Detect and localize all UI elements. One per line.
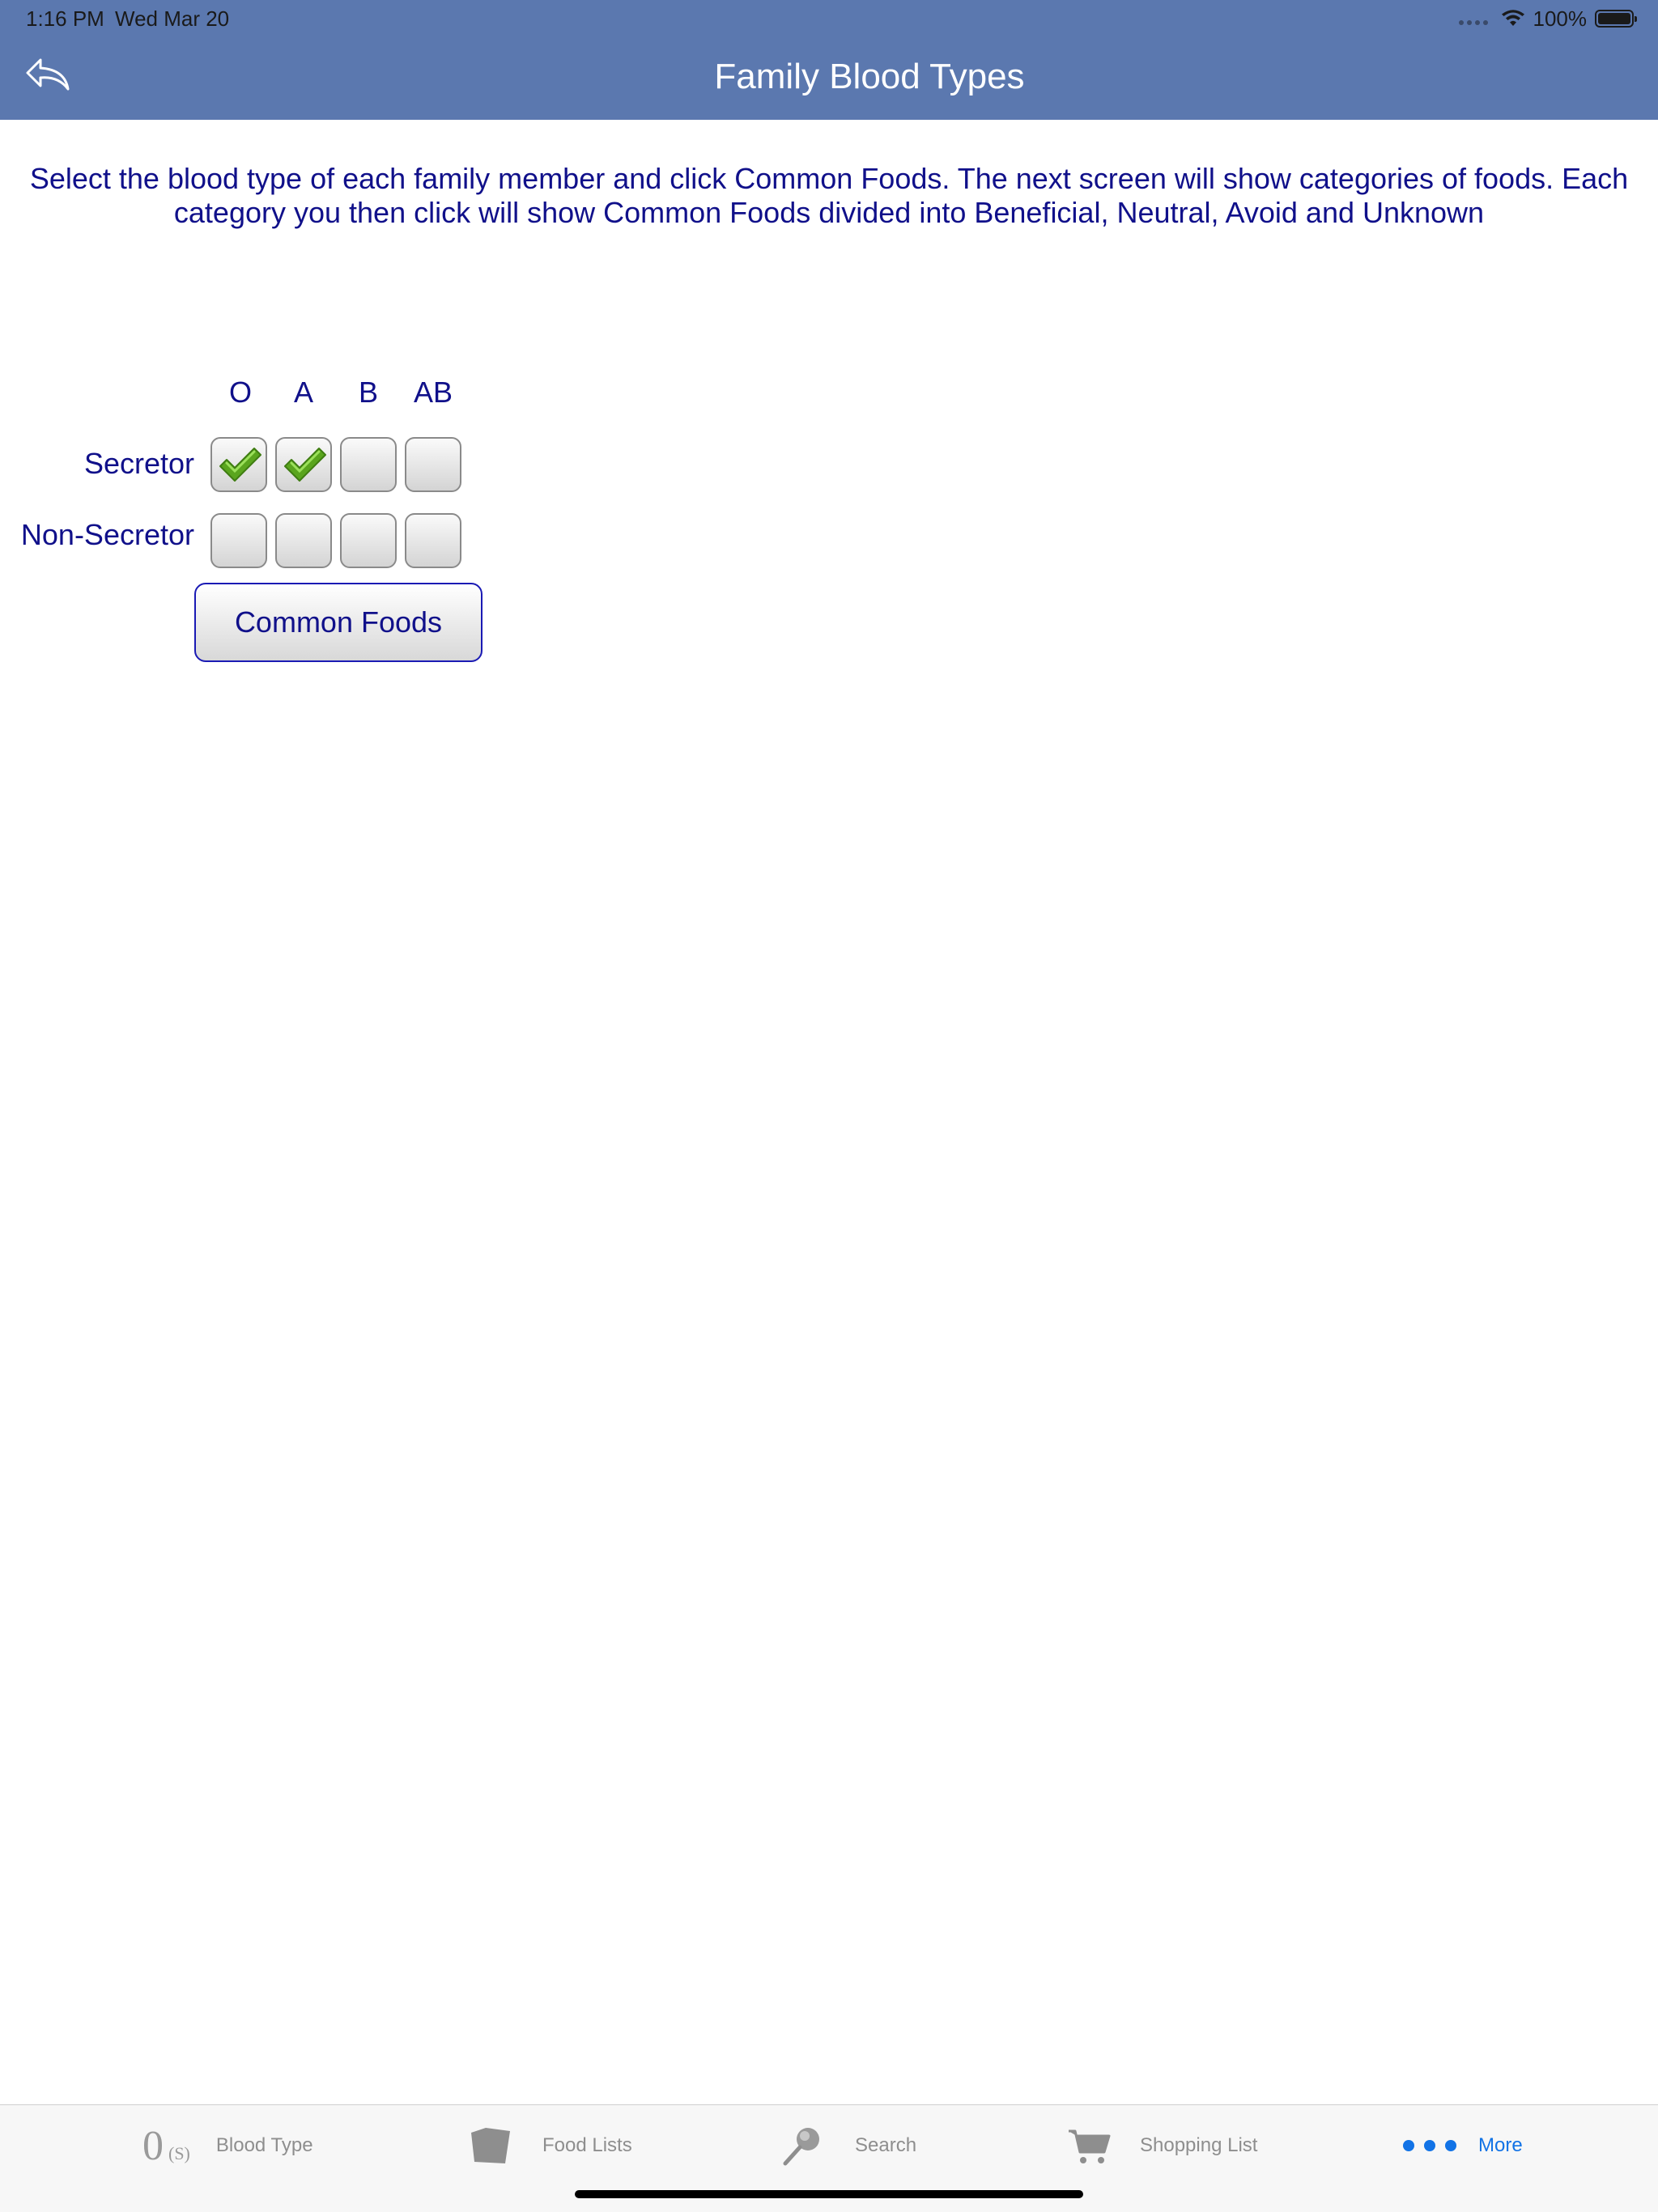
battery-icon	[1595, 10, 1637, 28]
tab-blood-type[interactable]: 0 (S) Blood Type	[142, 2105, 313, 2186]
checkbox-secretor-a[interactable]	[275, 437, 332, 492]
tab-shopping-list-label: Shopping List	[1140, 2134, 1258, 2156]
battery-percentage: 100%	[1533, 6, 1588, 31]
row-label-non-secretor: Non-Secretor	[20, 518, 194, 551]
checkbox-non-secretor-b[interactable]	[340, 513, 397, 568]
checkmark-icon	[219, 448, 261, 482]
food-lists-icon	[471, 2128, 510, 2163]
column-label-a: A	[293, 376, 313, 409]
status-date: Wed Mar 20	[115, 6, 230, 31]
blood-type-badge-icon: 0 (S)	[142, 2122, 190, 2169]
cellular-signal-icon	[1458, 20, 1488, 25]
checkbox-secretor-b[interactable]	[340, 437, 397, 492]
tab-shopping-list[interactable]: Shopping List	[1067, 2105, 1257, 2186]
tab-search-label: Search	[855, 2134, 917, 2156]
status-time: 1:16 PM	[26, 6, 104, 31]
instructions-text: Select the blood type of each family mem…	[16, 162, 1642, 230]
tab-food-lists[interactable]: Food Lists	[468, 2105, 632, 2186]
shopping-cart-icon	[1069, 2129, 1111, 2163]
common-foods-button[interactable]: Common Foods	[194, 583, 483, 662]
column-label-b: B	[358, 376, 378, 409]
column-label-ab: AB	[413, 376, 453, 409]
page-title: Family Blood Types	[714, 57, 1025, 96]
tab-search[interactable]: Search	[782, 2105, 916, 2186]
search-icon	[783, 2128, 819, 2166]
column-label-o: O	[228, 376, 252, 409]
tab-more[interactable]: More	[1401, 2105, 1523, 2186]
checkbox-secretor-ab[interactable]	[405, 437, 461, 492]
tab-more-label: More	[1478, 2134, 1523, 2156]
checkbox-secretor-o[interactable]	[210, 437, 267, 492]
checkbox-non-secretor-ab[interactable]	[405, 513, 461, 568]
instructions-line-1: Select the blood type of each family mem…	[29, 162, 1629, 195]
home-indicator[interactable]	[575, 2190, 1083, 2198]
checkbox-non-secretor-o[interactable]	[210, 513, 267, 568]
instructions-line-2: category you then click will show Common…	[173, 196, 1485, 229]
checkbox-non-secretor-a[interactable]	[275, 513, 332, 568]
more-dots-icon	[1403, 2140, 1456, 2151]
checkmark-icon	[284, 448, 326, 482]
wifi-icon	[1501, 10, 1524, 26]
row-label-secretor: Secretor	[83, 447, 194, 480]
navigation-header: 1:16 PM Wed Mar 20 100% Family Blood Typ…	[0, 0, 1658, 120]
tab-food-lists-label: Food Lists	[542, 2134, 632, 2156]
status-indicators: 100%	[1458, 5, 1637, 32]
tab-blood-type-label: Blood Type	[215, 2134, 313, 2156]
